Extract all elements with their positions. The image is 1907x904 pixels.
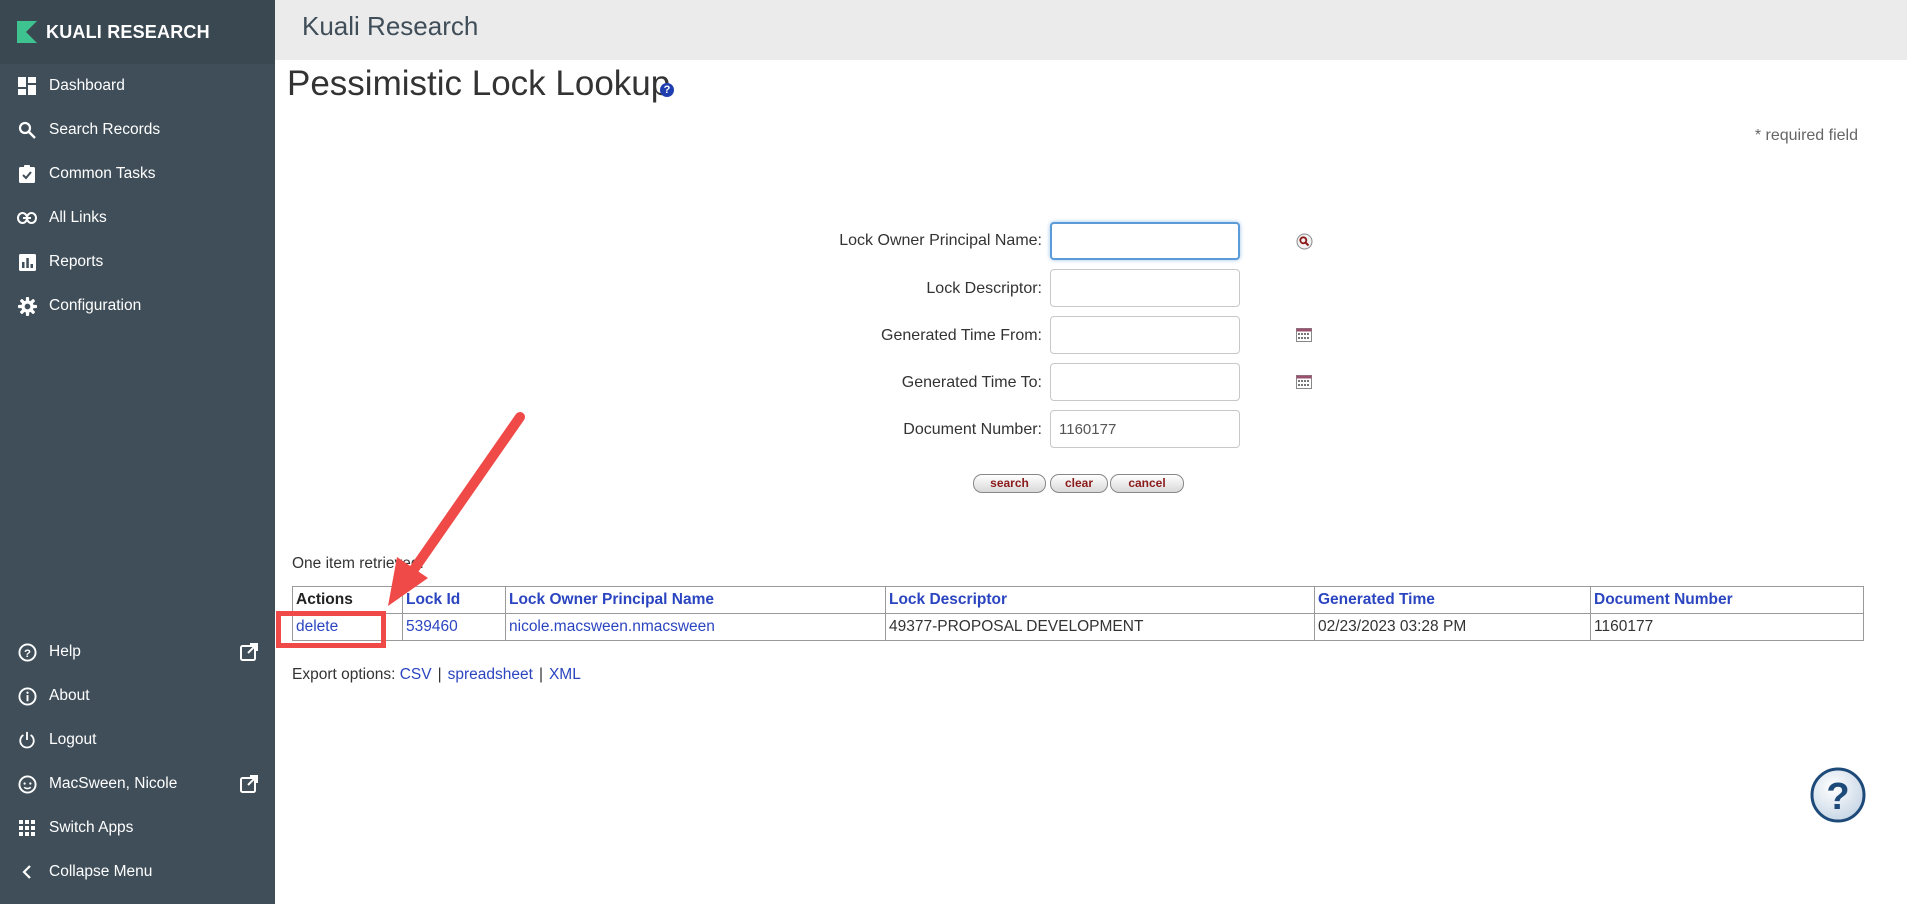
brand-name: KUALI RESEARCH — [46, 21, 210, 42]
svg-text:?: ? — [1826, 776, 1849, 818]
calendar-icon[interactable] — [1296, 328, 1312, 342]
kuali-logo-icon — [17, 21, 37, 43]
required-field-note: * required field — [1754, 127, 1858, 144]
cancel-button[interactable]: cancel — [1110, 474, 1184, 493]
external-link-icon[interactable] — [240, 775, 258, 793]
clear-button[interactable]: clear — [1050, 474, 1108, 493]
generated-time-cell: 02/23/2023 03:28 PM — [1314, 613, 1591, 641]
sidebar-item-label: Dashboard — [49, 77, 125, 94]
sidebar-item-switch-apps[interactable]: Switch Apps — [0, 808, 275, 848]
sidebar-item-label: Switch Apps — [49, 819, 134, 836]
app-title: Kuali Research — [302, 11, 479, 41]
column-header-lock-descriptor[interactable]: Lock Descriptor — [885, 586, 1315, 614]
column-header-generated-time[interactable]: Generated Time — [1314, 586, 1591, 614]
brand-logo[interactable]: KUALI RESEARCH — [0, 0, 275, 64]
sidebar-item-collapse-menu[interactable]: Collapse Menu — [0, 852, 275, 892]
column-header-lock-owner[interactable]: Lock Owner Principal Name — [505, 586, 886, 614]
export-options: Export options: CSV | spreadsheet | XML — [292, 666, 581, 684]
sidebar-item-user-profile[interactable]: MacSween, Nicole — [0, 764, 275, 804]
sidebar-item-label: Logout — [49, 731, 97, 748]
annotation-highlight-box — [276, 611, 386, 648]
export-xml-link[interactable]: XML — [549, 666, 581, 683]
sidebar-item-help[interactable]: ? Help — [0, 632, 275, 672]
lock-owner-principal-name-input[interactable] — [1050, 222, 1240, 260]
external-link-icon[interactable] — [240, 643, 258, 661]
user-face-icon — [17, 774, 37, 794]
column-header-actions: Actions — [292, 586, 403, 614]
document-number-label: Document Number: — [903, 421, 1042, 438]
generated-time-from-input[interactable] — [1050, 316, 1240, 354]
sidebar-item-all-links[interactable]: All Links — [0, 198, 275, 238]
clipboard-check-icon — [17, 164, 37, 184]
column-header-lock-id[interactable]: Lock Id — [402, 586, 506, 614]
lock-owner-cell: nicole.macsween.nmacsween — [505, 613, 886, 641]
search-button[interactable]: search — [973, 474, 1046, 493]
sidebar-item-label: Help — [49, 643, 81, 660]
chevron-left-icon — [17, 862, 37, 882]
sidebar-item-label: Search Records — [49, 121, 161, 138]
calendar-icon[interactable] — [1296, 375, 1312, 389]
annotation-arrow — [388, 412, 525, 606]
table-row: delete 539460 nicole.macsween.nmacsween … — [292, 613, 1864, 641]
dashboard-icon — [17, 76, 37, 96]
sidebar-item-about[interactable]: About — [0, 676, 275, 716]
export-spreadsheet-link[interactable]: spreadsheet — [448, 666, 533, 683]
export-label: Export options: — [292, 666, 396, 683]
lock-descriptor-cell: 49377-PROPOSAL DEVELOPMENT — [885, 613, 1315, 641]
lock-owner-link[interactable]: nicole.macsween.nmacsween — [509, 618, 715, 635]
sidebar-item-label: Common Tasks — [49, 165, 156, 182]
sidebar-item-common-tasks[interactable]: Common Tasks — [0, 154, 275, 194]
lock-id-cell: 539460 — [402, 613, 506, 641]
document-number-input[interactable] — [1050, 410, 1240, 448]
generated-time-to-label: Generated Time To: — [901, 374, 1042, 391]
document-number-cell: 1160177 — [1590, 613, 1864, 641]
gear-icon — [17, 296, 37, 316]
lock-descriptor-label: Lock Descriptor: — [926, 280, 1042, 297]
sidebar: KUALI RESEARCH Dashboard Search Records … — [0, 0, 275, 904]
lock-owner-principal-name-label: Lock Owner Principal Name: — [839, 232, 1042, 249]
link-icon — [17, 208, 37, 228]
help-circle-icon: ? — [17, 642, 37, 662]
export-separator: | — [538, 666, 543, 683]
svg-text:?: ? — [24, 647, 31, 659]
generated-time-to-input[interactable] — [1050, 363, 1240, 401]
results-summary: One item retrieved. — [292, 555, 424, 572]
export-separator: | — [437, 666, 442, 683]
sidebar-item-logout[interactable]: Logout — [0, 720, 275, 760]
sidebar-item-search-records[interactable]: Search Records — [0, 110, 275, 150]
sidebar-item-configuration[interactable]: Configuration — [0, 286, 275, 326]
info-icon — [17, 686, 37, 706]
table-header-row: Actions Lock Id Lock Owner Principal Nam… — [292, 586, 1864, 614]
sidebar-item-reports[interactable]: Reports — [0, 242, 275, 282]
power-icon — [17, 730, 37, 750]
results-table: Actions Lock Id Lock Owner Principal Nam… — [292, 586, 1864, 641]
sidebar-item-label: All Links — [49, 209, 107, 226]
sidebar-item-label: Reports — [49, 253, 104, 270]
lock-descriptor-input[interactable] — [1050, 269, 1240, 307]
column-header-document-number[interactable]: Document Number — [1590, 586, 1864, 614]
sidebar-item-label: About — [49, 687, 90, 704]
page-title: Pessimistic Lock Lookup — [287, 64, 671, 103]
sidebar-item-dashboard[interactable]: Dashboard — [0, 66, 275, 106]
lookup-magnifier-icon[interactable] — [1296, 233, 1313, 250]
search-icon — [17, 120, 37, 140]
sidebar-item-label: Configuration — [49, 297, 142, 314]
bar-chart-icon — [17, 252, 37, 272]
floating-help-icon[interactable]: ? — [1810, 767, 1866, 823]
page-help-icon[interactable]: ? — [660, 83, 674, 97]
export-csv-link[interactable]: CSV — [400, 666, 432, 683]
sidebar-item-label: Collapse Menu — [49, 863, 153, 880]
sidebar-item-label: MacSween, Nicole — [49, 775, 178, 792]
lock-id-link[interactable]: 539460 — [406, 618, 458, 635]
generated-time-from-label: Generated Time From: — [881, 327, 1042, 344]
grid-icon — [17, 818, 37, 838]
app-header: Kuali Research — [275, 0, 1907, 60]
